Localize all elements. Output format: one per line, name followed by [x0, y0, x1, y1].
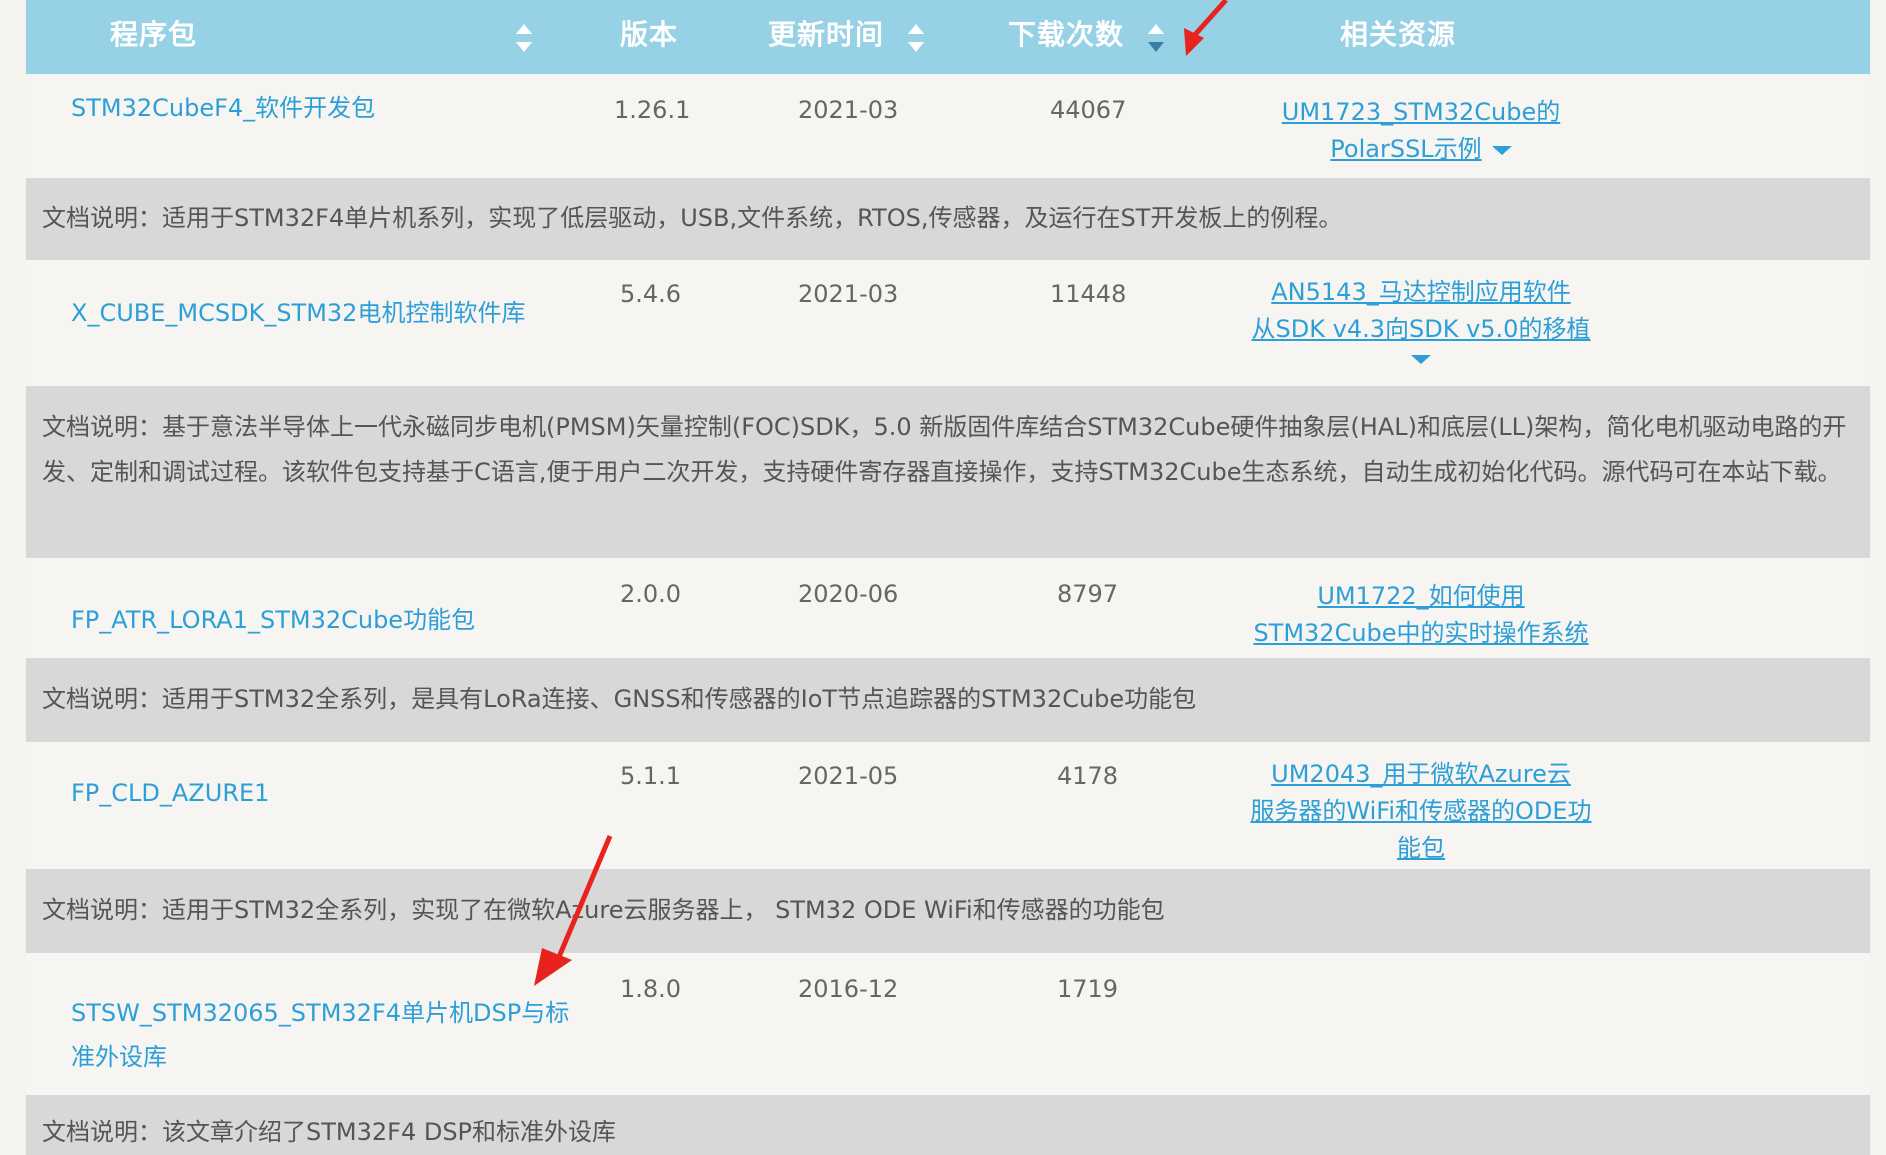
resource-line[interactable]: UM1723_STM32Cube的 [1206, 94, 1636, 131]
resource-line[interactable]: 服务器的WiFi和传感器的ODE功 [1206, 793, 1636, 830]
package-name[interactable]: STM32CubeF4_软件开发包 [71, 86, 375, 130]
header-package[interactable]: 程序包 [110, 0, 197, 74]
package-name[interactable]: FP_ATR_LORA1_STM32Cube功能包 [71, 598, 475, 642]
downloads-cell: 11448 [1050, 280, 1127, 308]
table-row: FP_CLD_AZURE1 5.1.1 2021-05 4178 UM2043_… [26, 742, 1870, 869]
updated-cell: 2016-12 [798, 975, 899, 1003]
resource-line[interactable]: 能包 [1206, 830, 1636, 867]
description-row: 文档说明：适用于STM32F4单片机系列，实现了低层驱动，USB,文件系统，RT… [26, 178, 1870, 260]
updated-cell: 2020-06 [798, 580, 899, 608]
expand-arrow-icon[interactable] [1411, 354, 1431, 364]
description-prefix: 文档说明： [42, 1118, 162, 1146]
package-name[interactable]: STSW_STM32065_STM32F4单片机DSP与标 [71, 991, 569, 1035]
resource-link[interactable]: UM1722_如何使用 STM32Cube中的实时操作系统 [1206, 578, 1636, 652]
resource-line[interactable]: UM1722_如何使用 [1206, 578, 1636, 615]
downloads-cell: 44067 [1050, 96, 1127, 124]
table-row: X_CUBE_MCSDK_STM32电机控制软件库 5.4.6 2021-03 … [26, 260, 1870, 386]
resource-line[interactable]: AN5143_马达控制应用软件 [1206, 274, 1636, 311]
description-row: 文档说明：基于意法半导体上一代永磁同步电机(PMSM)矢量控制(FOC)SDK，… [26, 386, 1870, 558]
description-text: 适用于STM32全系列，是具有LoRa连接、GNSS和传感器的IoT节点追踪器的… [162, 685, 1197, 713]
header-resources: 相关资源 [1340, 18, 1457, 51]
header-updated[interactable]: 更新时间 [768, 0, 884, 74]
package-link[interactable]: X_CUBE_MCSDK_STM32电机控制软件库 [71, 291, 525, 335]
version-cell: 5.1.1 [620, 762, 682, 790]
resource-line[interactable]: STM32Cube中的实时操作系统 [1206, 615, 1636, 652]
version-cell: 2.0.0 [620, 580, 682, 608]
package-name[interactable]: 准外设库 [71, 1035, 569, 1079]
description-prefix: 文档说明： [42, 896, 162, 924]
version-cell: 1.26.1 [614, 96, 691, 124]
header-downloads[interactable]: 下载次数 [1008, 0, 1124, 74]
table-header: 程序包 版本 更新时间 下载次数 相关资源 [26, 0, 1870, 74]
software-package-table: 程序包 版本 更新时间 下载次数 相关资源 STM32CubeF4_软件开发包 … [26, 0, 1870, 1155]
package-link[interactable]: STSW_STM32065_STM32F4单片机DSP与标 准外设库 [71, 991, 569, 1079]
table-row: STM32CubeF4_软件开发包 1.26.1 2021-03 44067 U… [26, 74, 1870, 178]
downloads-cell: 1719 [1057, 975, 1119, 1003]
resource-line[interactable]: UM2043_用于微软Azure云 [1206, 756, 1636, 793]
resource-line[interactable]: 从SDK v4.3向SDK v5.0的移植 [1206, 311, 1636, 348]
description-text: 基于意法半导体上一代永磁同步电机(PMSM)矢量控制(FOC)SDK，5.0 新… [42, 413, 1847, 486]
updated-cell: 2021-03 [798, 96, 899, 124]
version-cell: 5.4.6 [620, 280, 682, 308]
sort-downloads-icon[interactable] [1146, 20, 1166, 56]
version-cell: 1.8.0 [620, 975, 682, 1003]
header-version: 版本 [620, 18, 679, 51]
package-link[interactable]: STM32CubeF4_软件开发包 [71, 86, 375, 130]
package-link[interactable]: FP_ATR_LORA1_STM32Cube功能包 [71, 598, 475, 642]
package-name[interactable]: FP_CLD_AZURE1 [71, 771, 269, 815]
downloads-cell: 8797 [1057, 580, 1119, 608]
description-prefix: 文档说明： [42, 204, 162, 232]
table-row: STSW_STM32065_STM32F4单片机DSP与标 准外设库 1.8.0… [26, 953, 1870, 1095]
package-name[interactable]: X_CUBE_MCSDK_STM32电机控制软件库 [71, 291, 525, 335]
description-text: 该文章介绍了STM32F4 DSP和标准外设库 [162, 1118, 617, 1146]
description-row: 文档说明：适用于STM32全系列，实现了在微软Azure云服务器上， STM32… [26, 869, 1870, 953]
sort-package-icon[interactable] [514, 20, 534, 56]
description-prefix: 文档说明： [42, 413, 162, 441]
downloads-cell: 4178 [1057, 762, 1119, 790]
description-prefix: 文档说明： [42, 685, 162, 713]
description-text: 适用于STM32全系列，实现了在微软Azure云服务器上， STM32 ODE … [162, 896, 1165, 924]
sort-updated-icon[interactable] [906, 20, 926, 56]
description-row: 文档说明：适用于STM32全系列，是具有LoRa连接、GNSS和传感器的IoT节… [26, 658, 1870, 742]
package-link[interactable]: FP_CLD_AZURE1 [71, 771, 269, 815]
description-text: 适用于STM32F4单片机系列，实现了低层驱动，USB,文件系统，RTOS,传感… [162, 204, 1343, 232]
expand-arrow-icon[interactable] [1491, 145, 1512, 155]
description-row: 文档说明：该文章介绍了STM32F4 DSP和标准外设库 [26, 1095, 1870, 1155]
table-row: FP_ATR_LORA1_STM32Cube功能包 2.0.0 2020-06 … [26, 558, 1870, 658]
updated-cell: 2021-05 [798, 762, 899, 790]
resource-link[interactable]: UM2043_用于微软Azure云 服务器的WiFi和传感器的ODE功 能包 [1206, 756, 1636, 867]
resource-line[interactable]: PolarSSL示例 [1330, 135, 1481, 163]
updated-cell: 2021-03 [798, 280, 899, 308]
resource-link[interactable]: AN5143_马达控制应用软件 从SDK v4.3向SDK v5.0的移植 [1206, 274, 1636, 368]
resource-link[interactable]: UM1723_STM32Cube的 PolarSSL示例 [1206, 94, 1636, 168]
